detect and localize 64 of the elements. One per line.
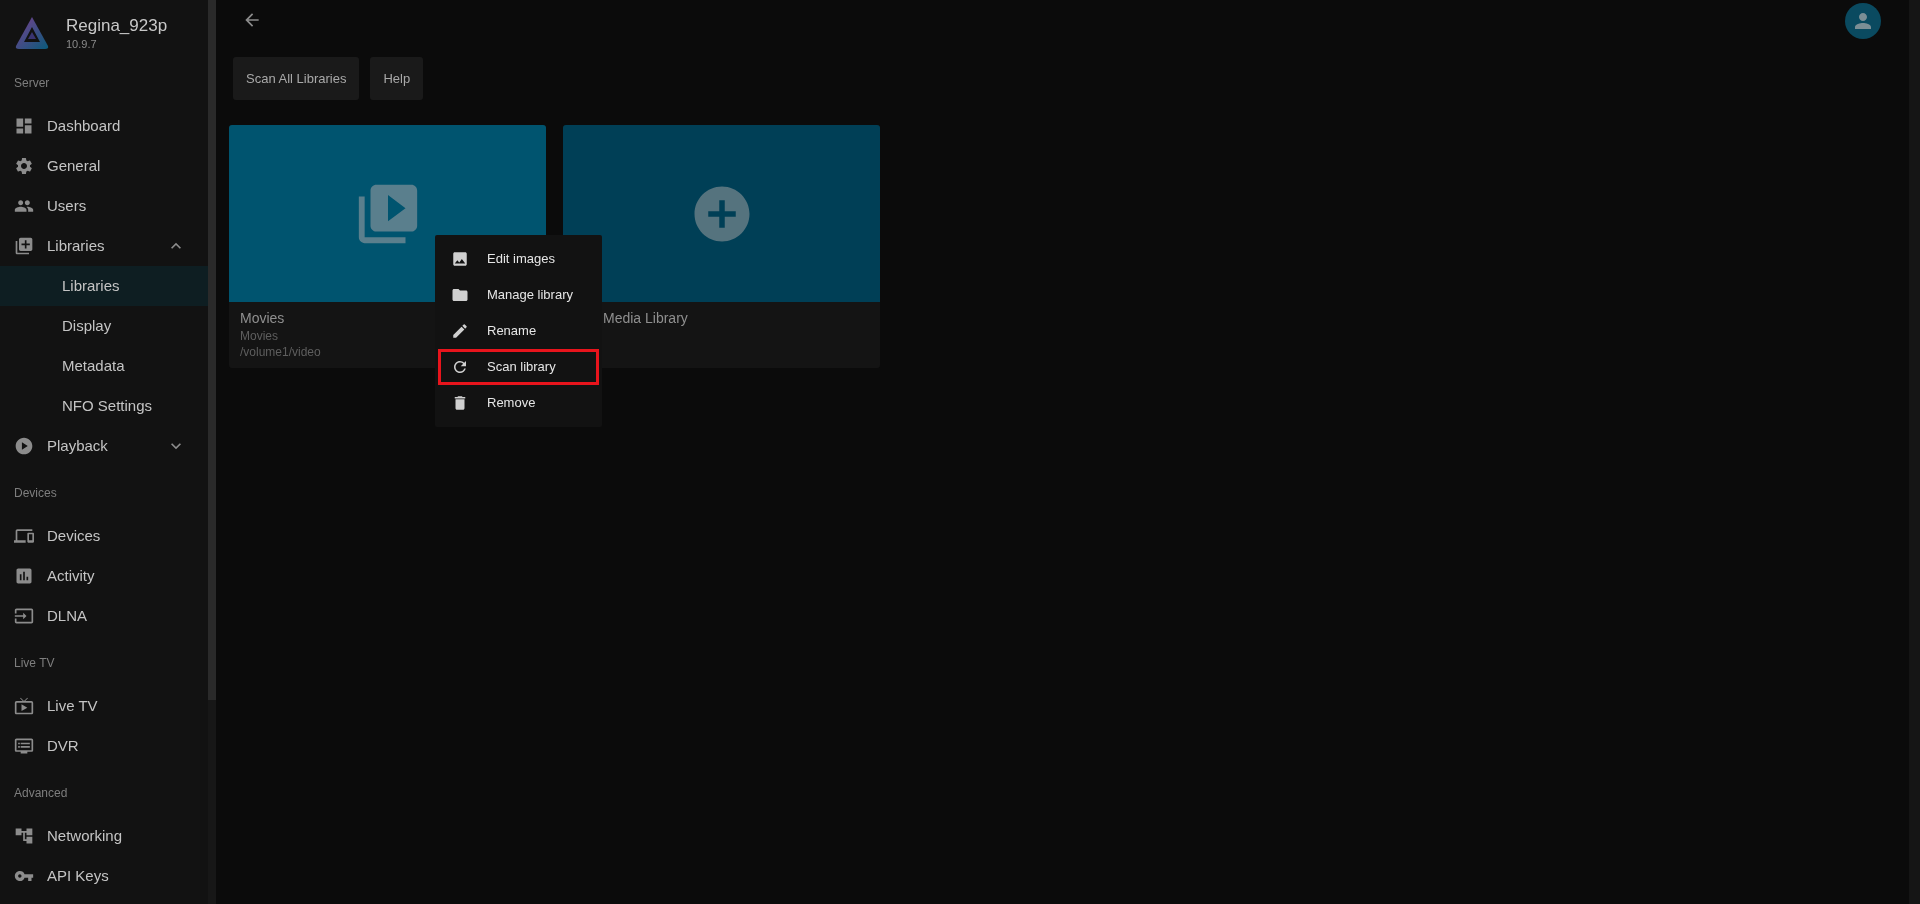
nav-subitem[interactable]: Display [0,306,208,346]
nav-label: Activity [47,565,96,586]
avatar[interactable] [1845,3,1881,39]
settings-icon [14,156,34,176]
toolbar-button[interactable]: Scan All Libraries [233,57,360,100]
nav-label: General [47,155,102,176]
nav-item[interactable]: Devices [0,516,208,556]
section-heading: Server [14,75,50,92]
nav-label: NFO Settings [62,395,153,416]
nav-label: DLNA [47,605,88,626]
nav-label: Playback [47,435,109,456]
tv-icon [14,696,34,716]
library-type: Movies [240,328,278,344]
server-version: 10.9.7 [66,37,98,51]
menu-item[interactable]: Scan library [438,349,599,385]
nav-item[interactable]: DVR [0,726,208,766]
nav-item[interactable]: DLNA [0,596,208,636]
network-icon [14,826,34,846]
nav-item[interactable]: Libraries [0,226,208,266]
nav-label: Dashboard [47,115,122,136]
folder-icon [451,286,469,304]
dashboard-icon [14,116,34,136]
scrollbar[interactable] [208,0,216,904]
nav-subitem[interactable]: Metadata [0,346,208,386]
nav-item[interactable]: Users [0,186,208,226]
menu-item[interactable]: Remove [438,385,599,421]
menu-label: Rename [487,322,537,341]
section-heading: Advanced [14,785,68,802]
image-icon [451,250,469,268]
input-icon [14,606,34,626]
nav-label: Networking [47,825,124,846]
nav-label: Display [62,315,112,336]
library-name: Movies [240,309,285,328]
library-name: Media Library [603,309,688,328]
nav-item[interactable]: Playback [0,426,208,466]
nav-label: Live TV [47,695,99,716]
nav-item[interactable]: Networking [0,816,208,856]
nav-label: DVR [47,735,80,756]
refresh-icon [451,358,469,376]
nav-subitem[interactable]: Libraries [0,266,208,306]
section-heading: Live TV [14,655,55,672]
nav-label: Libraries [62,275,120,296]
nav-subitem[interactable]: NFO Settings [0,386,208,426]
nav-label: Libraries [47,235,106,256]
bar-chart-icon [14,566,34,586]
nav-label: API Keys [47,865,110,886]
nav-item[interactable]: Live TV [0,686,208,726]
library-add-icon [14,236,34,256]
server-name: Regina_923p [66,15,168,37]
nav-item[interactable]: API Keys [0,856,208,896]
nav-label: Metadata [62,355,125,376]
nav-label: Devices [47,525,102,546]
pencil-icon [451,322,469,340]
logo-icon [14,15,50,51]
nav-item[interactable]: Activity [0,556,208,596]
section-heading: Devices [14,485,57,502]
nav-item[interactable]: Dashboard [0,106,208,146]
library-path: /volume1/video [240,344,321,360]
toolbar-button[interactable]: Help [370,57,424,100]
nav-item[interactable]: General [0,146,208,186]
devices-icon [14,526,34,546]
menu-label: Remove [487,394,536,413]
dvr-icon [14,736,34,756]
nav-label: Users [47,195,88,216]
